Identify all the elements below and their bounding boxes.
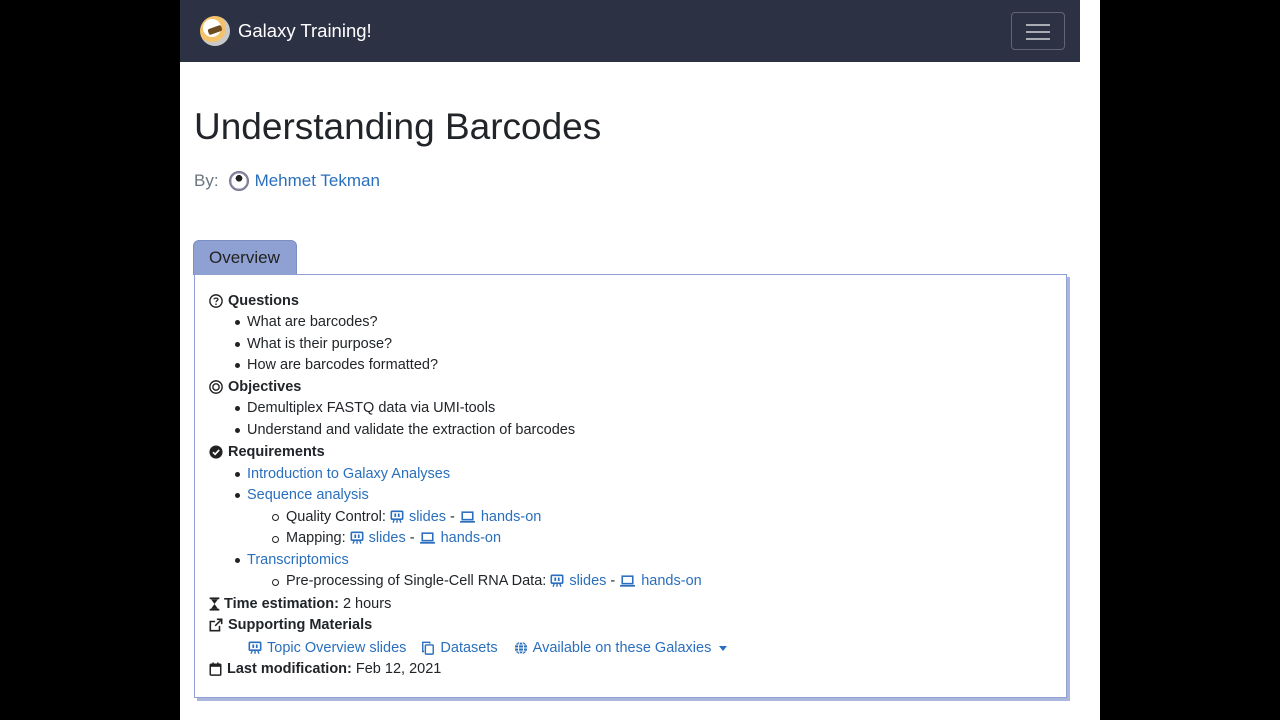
handson-label: hands-on	[641, 573, 702, 589]
byline: By: Mehmet Tekman	[194, 171, 380, 191]
handson-label: hands-on	[480, 509, 542, 525]
copy-icon	[422, 641, 435, 655]
caret-down-icon	[719, 645, 728, 651]
menu-toggle-button[interactable]	[1011, 12, 1065, 50]
datasets-link[interactable]: Datasets	[421, 640, 498, 656]
mapping-label: Mapping:	[286, 530, 346, 546]
datasets-label: Datasets	[440, 640, 498, 656]
preprocessing-requirement: Pre-processing of Single-Cell RNA Data: …	[286, 573, 702, 589]
bullet	[235, 320, 240, 325]
objective-item: Demultiplex FASTQ data via UMI-tools	[247, 400, 496, 416]
brand-link[interactable]: Galaxy Training!	[200, 16, 372, 46]
requirements-heading-text: Requirements	[228, 444, 325, 460]
galaxies-label: Available on these Galaxies	[532, 640, 712, 656]
bullet	[235, 472, 240, 477]
top-navbar: Galaxy Training!	[180, 0, 1080, 62]
question-item: How are barcodes formatted?	[247, 357, 439, 373]
supporting-links: Topic Overview slides Datasets Available…	[248, 640, 728, 656]
modification-heading: Last modification:	[227, 661, 352, 677]
topic-overview-slides-link[interactable]: Topic Overview slides	[248, 640, 406, 656]
author-link[interactable]: Mehmet Tekman	[255, 171, 380, 191]
slides-label: slides	[569, 573, 607, 589]
sub-bullet	[272, 579, 279, 586]
preprocessing-handson-link[interactable]: hands-on	[619, 573, 702, 589]
laptop-icon	[419, 532, 435, 544]
hamburger-icon-line	[1026, 24, 1050, 26]
author-avatar	[228, 171, 249, 191]
page-title: Understanding Barcodes	[194, 106, 602, 147]
objectives-heading: Objectives	[209, 379, 301, 395]
tab-overview[interactable]: Overview	[193, 240, 297, 275]
external-link-icon	[209, 618, 223, 632]
hamburger-icon-line	[1026, 31, 1050, 33]
bullet	[235, 558, 240, 563]
last-modification: Last modification: Feb 12, 2021	[209, 661, 441, 677]
questions-heading-text: Questions	[228, 293, 299, 309]
laptop-icon	[620, 575, 636, 587]
brand-title: Galaxy Training!	[238, 20, 372, 41]
bullet	[235, 406, 240, 411]
galaxy-logo-icon	[200, 16, 230, 46]
transcriptomics-link[interactable]: Transcriptomics	[247, 552, 349, 568]
questions-heading: Questions	[209, 293, 299, 309]
check-circle-icon	[209, 445, 223, 459]
intro-galaxy-link[interactable]: Introduction to Galaxy Analyses	[247, 466, 450, 482]
sub-bullet	[272, 536, 279, 543]
question-item: What are barcodes?	[247, 314, 378, 330]
bullet	[235, 342, 240, 347]
mapping-requirement: Mapping: slides - hands-on	[286, 530, 501, 546]
available-galaxies-dropdown[interactable]: Available on these Galaxies	[514, 640, 728, 656]
qc-handson-link[interactable]: hands-on	[459, 509, 541, 525]
globe-icon	[514, 641, 527, 655]
objective-item: Understand and validate the extraction o…	[247, 422, 576, 438]
time-heading: Time estimation:	[224, 596, 339, 612]
hourglass-icon	[209, 597, 220, 611]
tab-overview-label: Overview	[209, 248, 280, 267]
handson-label: hands-on	[440, 530, 502, 546]
slides-icon	[350, 531, 364, 544]
requirements-heading: Requirements	[209, 444, 325, 460]
sub-bullet	[272, 514, 279, 521]
question-item: What is their purpose?	[247, 336, 393, 352]
slides-label: slides	[368, 530, 406, 546]
slides-label: slides	[408, 509, 447, 525]
calendar-icon	[209, 662, 222, 676]
separator: -	[450, 509, 455, 525]
supporting-materials-heading: Supporting Materials	[209, 617, 372, 633]
modification-value: Feb 12, 2021	[355, 661, 442, 677]
separator: -	[409, 530, 415, 546]
by-label: By:	[194, 171, 219, 190]
slides-icon	[550, 574, 564, 587]
slides-icon	[390, 510, 404, 523]
qc-slides-link[interactable]: slides	[390, 509, 446, 525]
bullet	[235, 363, 240, 368]
separator: -	[610, 573, 616, 589]
target-icon	[209, 380, 223, 394]
qc-requirement: Quality Control: slides - hands-on	[286, 509, 541, 525]
hamburger-icon-line	[1026, 38, 1050, 40]
bullet	[235, 493, 240, 498]
time-estimation: Time estimation: 2 hours	[209, 596, 391, 612]
mapping-handson-link[interactable]: hands-on	[419, 530, 501, 546]
overview-box: Questions What are barcodes? What is the…	[194, 274, 1067, 698]
laptop-icon	[459, 511, 475, 523]
preprocessing-label: Pre-processing of Single-Cell RNA Data:	[286, 573, 547, 589]
slides-icon	[248, 641, 262, 654]
topic-slides-label: Topic Overview slides	[267, 640, 407, 656]
objectives-heading-text: Objectives	[228, 379, 302, 395]
preprocessing-slides-link[interactable]: slides	[550, 573, 606, 589]
time-value: 2 hours	[342, 596, 392, 612]
qc-label: Quality Control:	[286, 509, 386, 525]
sequence-analysis-link[interactable]: Sequence analysis	[247, 487, 369, 503]
bullet	[235, 428, 240, 433]
mapping-slides-link[interactable]: slides	[350, 530, 406, 546]
question-circle-icon	[209, 294, 223, 308]
page: Galaxy Training! Understanding Barcodes …	[180, 0, 1100, 720]
supporting-heading-text: Supporting Materials	[228, 617, 373, 633]
